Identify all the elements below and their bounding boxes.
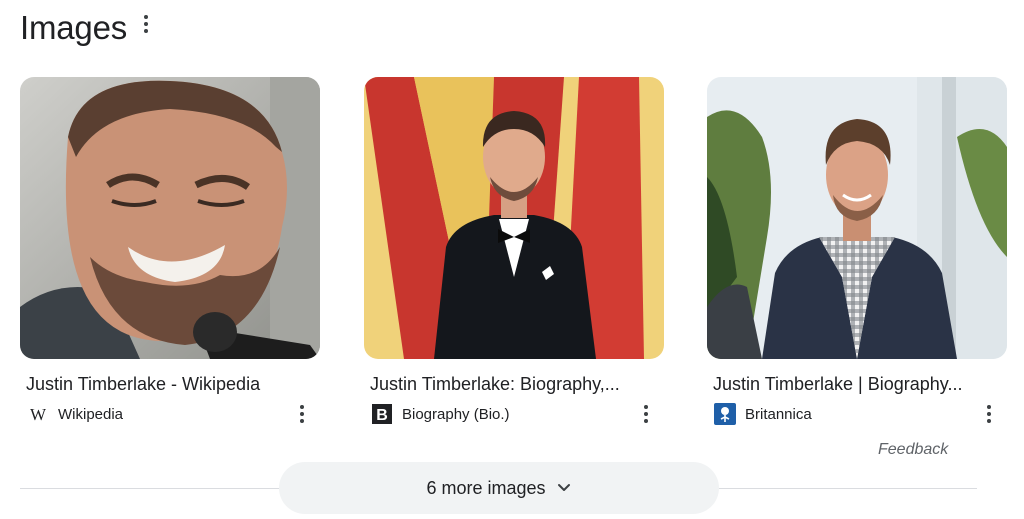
images-module: Images Justin Timberlake - Wikipedia W W… [0, 0, 1024, 519]
more-vert-icon[interactable] [981, 403, 997, 425]
chevron-down-icon [556, 480, 572, 496]
svg-text:B: B [376, 407, 388, 424]
source-name: Biography (Bio.) [402, 405, 510, 423]
biography-b-icon: B [370, 403, 394, 425]
image-thumbnail[interactable] [707, 77, 1007, 359]
image-card: Justin Timberlake - Wikipedia W Wikipedi… [20, 77, 320, 423]
more-images-label: 6 more images [426, 477, 546, 498]
feedback-link[interactable]: Feedback [878, 441, 948, 459]
more-vert-icon[interactable] [638, 403, 654, 425]
more-images-button[interactable]: 6 more images [279, 462, 719, 514]
divider-left [20, 488, 282, 489]
images-header: Images [20, 8, 127, 48]
section-title: Images [20, 9, 128, 46]
more-vert-icon[interactable] [294, 403, 310, 425]
divider-right [716, 488, 977, 489]
image-card: Justin Timberlake: Biography,... B Biogr… [364, 77, 664, 424]
wikipedia-w-icon: W [26, 403, 50, 425]
britannica-thistle-icon [713, 403, 737, 425]
image-thumbnail[interactable] [20, 77, 320, 359]
source-name: Britannica [745, 405, 812, 423]
card-source[interactable]: B Biography (Bio.) [370, 403, 510, 425]
card-source[interactable]: W Wikipedia [26, 403, 123, 425]
source-name: Wikipedia [58, 405, 124, 423]
card-title[interactable]: Justin Timberlake | Biography... [713, 373, 1005, 395]
image-card: Justin Timberlake | Biography... Britann… [707, 77, 1007, 425]
card-title[interactable]: Justin Timberlake: Biography,... [370, 373, 662, 395]
card-title[interactable]: Justin Timberlake - Wikipedia [26, 373, 318, 395]
image-thumbnail[interactable] [364, 77, 664, 359]
more-vert-icon[interactable] [138, 12, 154, 36]
card-source[interactable]: Britannica [713, 403, 812, 425]
svg-text:W: W [30, 406, 47, 422]
